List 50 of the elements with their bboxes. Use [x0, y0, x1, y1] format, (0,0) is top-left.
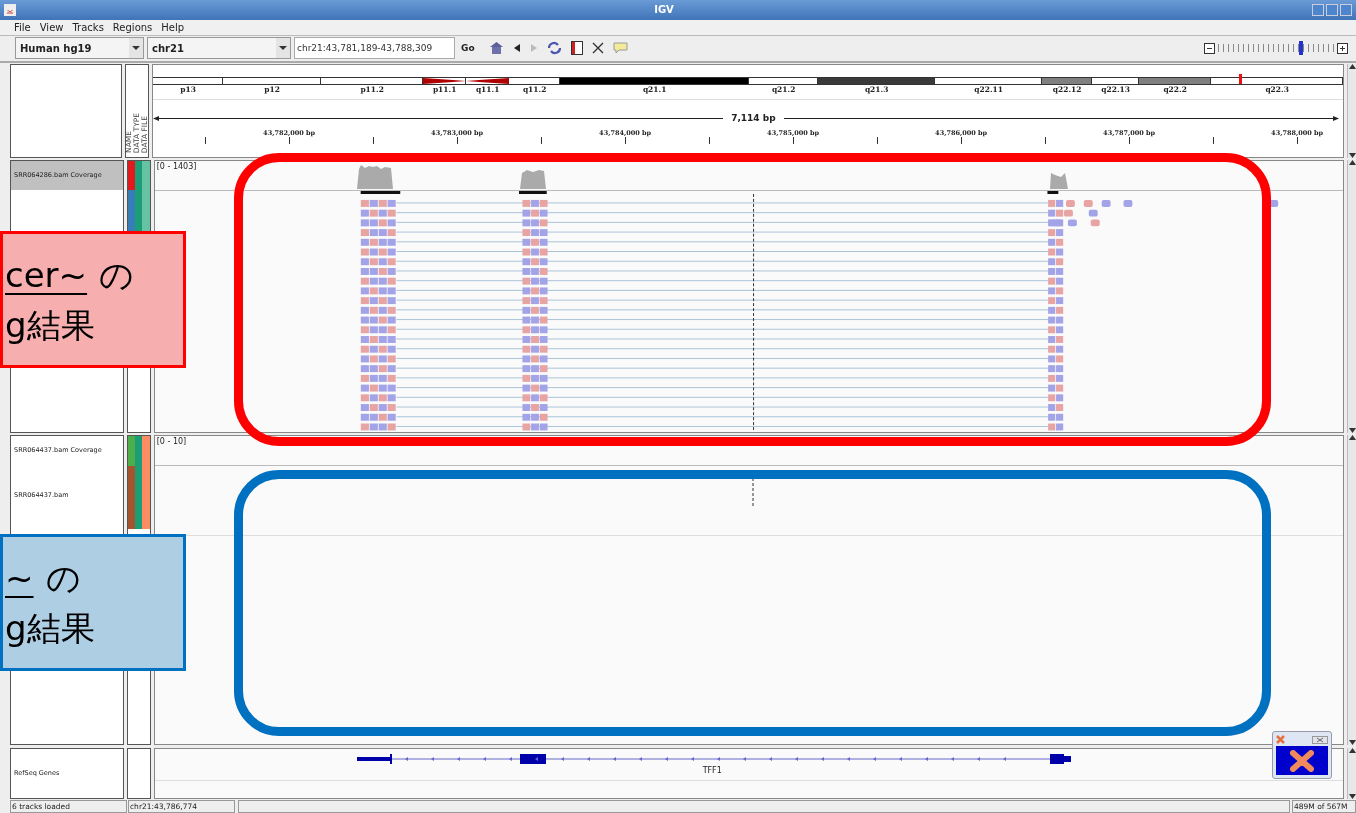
centromere-band[interactable] — [423, 78, 467, 84]
scrollbar[interactable] — [1347, 160, 1356, 433]
callout-text: ~ — [5, 556, 34, 600]
scroll-up-icon[interactable] — [1348, 748, 1356, 753]
callout-text: の — [45, 556, 81, 600]
menu-item[interactable]: Help — [161, 19, 185, 35]
scroll-down-icon[interactable] — [1348, 794, 1356, 799]
gene-label: TFF1 — [702, 766, 722, 775]
data-range-label: [0 - 10] — [156, 437, 187, 446]
panel-icon[interactable] — [570, 41, 583, 56]
scroll-down-icon[interactable] — [1348, 428, 1356, 433]
window-title: IGV — [653, 3, 675, 18]
go-button[interactable]: Go — [458, 37, 478, 60]
scroll-up-icon[interactable] — [1348, 435, 1356, 440]
menu-item[interactable]: File — [14, 19, 31, 35]
data-range-label: [0 - 1403] — [156, 162, 197, 171]
cross-logo-icon — [1276, 735, 1285, 744]
close-icon[interactable] — [1312, 735, 1328, 744]
callout-text: g結果 — [5, 303, 95, 347]
scrollbar[interactable] — [1347, 64, 1356, 158]
genome-dropdown[interactable]: Human hg19 — [15, 37, 144, 60]
callout-text: g結果 — [5, 606, 95, 650]
scrollbar[interactable] — [1347, 748, 1356, 799]
menu-item[interactable]: View — [39, 19, 64, 35]
chromosome-dropdown[interactable]: chr21 — [147, 37, 291, 60]
cross-logo-icon — [1290, 749, 1314, 772]
scroll-down-icon[interactable] — [1348, 740, 1356, 745]
span-label: 7,114 bp — [730, 111, 777, 125]
zoom-thumb[interactable] — [1298, 41, 1303, 56]
zoom-out-icon[interactable] — [1204, 42, 1215, 54]
refresh-icon[interactable] — [546, 41, 562, 56]
scroll-up-icon[interactable] — [1348, 160, 1356, 165]
scrollbar[interactable] — [1347, 435, 1356, 745]
floating-mini-window[interactable] — [1272, 731, 1332, 779]
caret-icon — [129, 38, 143, 59]
zoom-in-icon[interactable] — [1337, 42, 1348, 54]
callout-text: の — [99, 253, 135, 297]
scroll-down-icon[interactable] — [1348, 153, 1356, 158]
attribute-panel — [126, 748, 151, 799]
fit-icon[interactable] — [591, 42, 604, 55]
back-icon[interactable] — [512, 43, 521, 54]
home-icon[interactable] — [488, 41, 504, 56]
caret-icon — [276, 38, 290, 59]
current-region-marker — [1239, 74, 1243, 84]
scroll-up-icon[interactable] — [1348, 64, 1356, 69]
split-read-marker — [751, 478, 754, 508]
menu-item[interactable]: Tracks — [72, 19, 104, 35]
locus-field[interactable]: chr21:43,781,189-43,788,309 — [294, 37, 455, 60]
menu-item[interactable]: Regions — [112, 19, 153, 35]
callout-text: cer~ — [5, 253, 88, 297]
